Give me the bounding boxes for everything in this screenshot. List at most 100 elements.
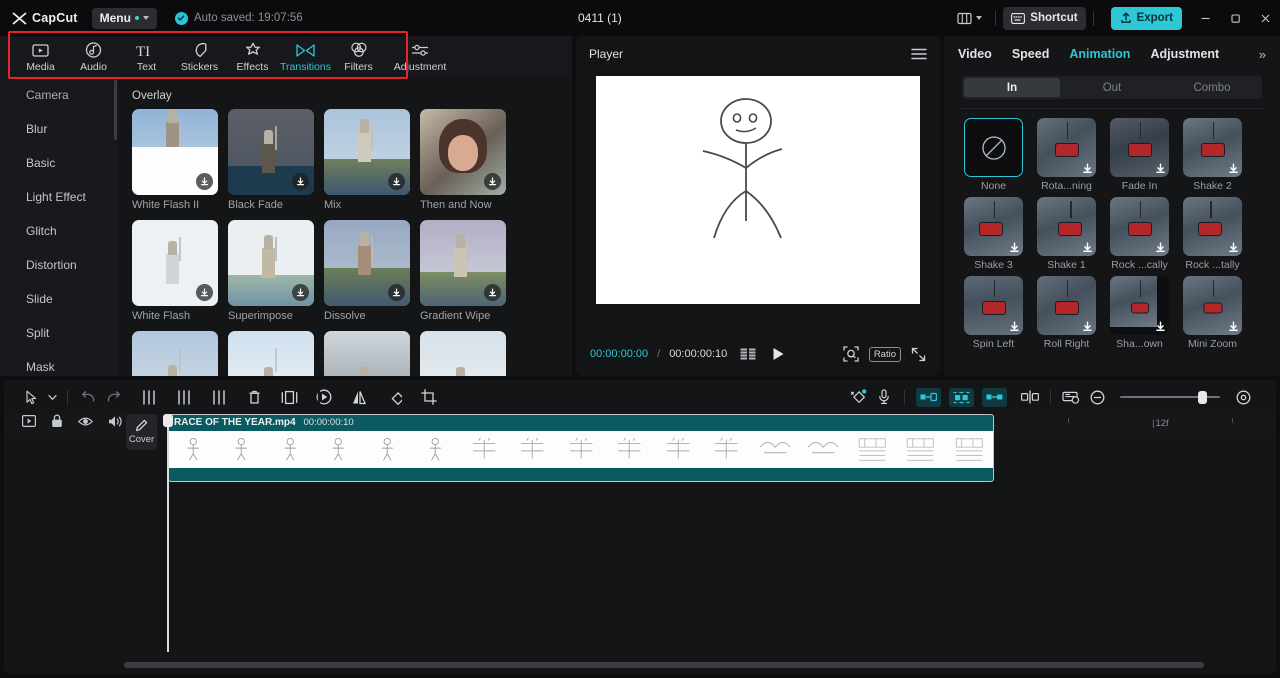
fullscreen-icon[interactable] (911, 347, 926, 362)
transition-item[interactable]: Black Fade (228, 109, 314, 211)
transition-item[interactable]: Dissolve (324, 220, 410, 322)
transition-item[interactable] (420, 331, 506, 376)
download-icon[interactable] (1228, 321, 1239, 332)
animation-item[interactable]: Shake 1 (1037, 197, 1096, 271)
split-icon[interactable] (136, 384, 162, 410)
zoom-slider[interactable] (1120, 391, 1220, 404)
segment-in[interactable]: In (964, 78, 1060, 97)
tab-video[interactable]: Video (958, 47, 992, 61)
transition-item[interactable]: White Flash (132, 220, 218, 322)
download-icon[interactable] (1155, 163, 1166, 174)
timeline-clip[interactable]: RACE OF THE YEAR.mp4 00:00:00:10 (168, 414, 994, 482)
tool-tab-filters[interactable]: Filters (332, 41, 385, 73)
layout-button[interactable] (951, 12, 988, 25)
lock-icon[interactable] (51, 414, 63, 428)
cursor-select-icon[interactable] (18, 384, 44, 410)
tool-tab-transitions[interactable]: Transitions (279, 41, 332, 73)
transition-item[interactable]: Gradient Wipe (420, 220, 506, 322)
category-item-mask[interactable]: Mask (0, 350, 118, 384)
category-item-distortion[interactable]: Distortion (0, 248, 118, 282)
animation-item[interactable]: Rock ...cally (1110, 197, 1169, 271)
timeline-horizontal-scrollbar[interactable] (124, 662, 1204, 668)
tab-animation[interactable]: Animation (1069, 47, 1130, 61)
download-icon[interactable] (484, 173, 501, 190)
category-item-split[interactable]: Split (0, 316, 118, 350)
download-icon[interactable] (292, 173, 309, 190)
download-icon[interactable] (1009, 321, 1020, 332)
auto-cut-icon[interactable] (845, 384, 871, 410)
animation-item[interactable]: Rota...ning (1037, 118, 1096, 192)
download-icon[interactable] (1228, 163, 1239, 174)
hamburger-icon[interactable] (911, 48, 927, 60)
frames-icon[interactable] (740, 348, 756, 360)
reverse-icon[interactable] (311, 384, 337, 410)
cover-button[interactable]: Cover (126, 414, 157, 450)
download-icon[interactable] (1082, 242, 1093, 253)
animation-item[interactable]: Fade In (1110, 118, 1169, 192)
edit-in-icon[interactable] (916, 387, 941, 407)
transition-item[interactable]: Mix (324, 109, 410, 211)
trim-left-icon[interactable] (171, 384, 197, 410)
download-icon[interactable] (196, 284, 213, 301)
delete-icon[interactable] (241, 384, 267, 410)
tool-tab-text[interactable]: TI Text (120, 41, 173, 73)
transition-item[interactable]: Superimpose (228, 220, 314, 322)
redo-icon[interactable] (101, 384, 127, 410)
animation-item[interactable]: Shake 2 (1183, 118, 1242, 192)
download-icon[interactable] (484, 284, 501, 301)
transition-item[interactable] (324, 331, 410, 376)
download-icon[interactable] (1155, 321, 1166, 332)
crop-icon[interactable] (416, 384, 442, 410)
edit-mid-icon[interactable] (949, 387, 974, 407)
animation-item[interactable]: Shake 3 (964, 197, 1023, 271)
transition-item[interactable] (228, 331, 314, 376)
download-icon[interactable] (1082, 321, 1093, 332)
zoom-slider-handle[interactable] (1198, 391, 1207, 404)
category-item-slide[interactable]: Slide (0, 282, 118, 316)
chevron-double-right-icon[interactable]: » (1259, 47, 1266, 62)
animation-item[interactable]: Rock ...tally (1183, 197, 1242, 271)
fit-timeline-icon[interactable] (1058, 384, 1084, 410)
segment-out[interactable]: Out (1064, 78, 1160, 97)
tool-tab-effects[interactable]: Effects (226, 41, 279, 73)
minimize-button[interactable] (1190, 0, 1220, 36)
segment-combo[interactable]: Combo (1164, 78, 1260, 97)
download-icon[interactable] (196, 173, 213, 190)
download-icon[interactable] (292, 284, 309, 301)
chevron-down-icon[interactable] (44, 384, 60, 410)
animation-item[interactable]: Mini Zoom (1183, 276, 1242, 350)
tool-tab-audio[interactable]: Audio (67, 41, 120, 73)
tab-speed[interactable]: Speed (1012, 47, 1050, 61)
tab-adjustment[interactable]: Adjustment (1150, 47, 1219, 61)
animation-item[interactable]: Sha...own (1110, 276, 1169, 350)
download-icon[interactable] (388, 284, 405, 301)
animation-item[interactable]: Spin Left (964, 276, 1023, 350)
microphone-icon[interactable] (871, 384, 897, 410)
ratio-button[interactable]: Ratio (868, 346, 901, 362)
download-icon[interactable] (1155, 242, 1166, 253)
transition-item[interactable] (132, 331, 218, 376)
zoom-out-icon[interactable] (1084, 384, 1110, 410)
category-scrollbar[interactable] (114, 80, 117, 140)
freeze-frame-icon[interactable] (276, 384, 302, 410)
download-icon[interactable] (1228, 242, 1239, 253)
category-item-blur[interactable]: Blur (0, 112, 118, 146)
download-icon[interactable] (1082, 163, 1093, 174)
zoom-fit-icon[interactable] (843, 346, 859, 362)
eye-icon[interactable] (78, 416, 93, 427)
close-button[interactable] (1250, 0, 1280, 36)
animation-item[interactable]: None (964, 118, 1023, 192)
tool-tab-media[interactable]: Media (14, 41, 67, 73)
transition-item[interactable]: Then and Now (420, 109, 506, 211)
play-icon[interactable] (772, 347, 785, 361)
zoom-in-icon[interactable] (1230, 384, 1256, 410)
download-icon[interactable] (388, 173, 405, 190)
playhead[interactable] (163, 414, 173, 652)
split-marker-icon[interactable] (1017, 384, 1043, 410)
animation-item[interactable]: Roll Right (1037, 276, 1096, 350)
volume-icon[interactable] (108, 415, 123, 428)
rotate-icon[interactable] (381, 384, 407, 410)
video-track-icon[interactable] (22, 415, 36, 427)
category-item-camera[interactable]: Camera (0, 78, 118, 112)
shortcut-button[interactable]: Shortcut (1003, 6, 1086, 30)
